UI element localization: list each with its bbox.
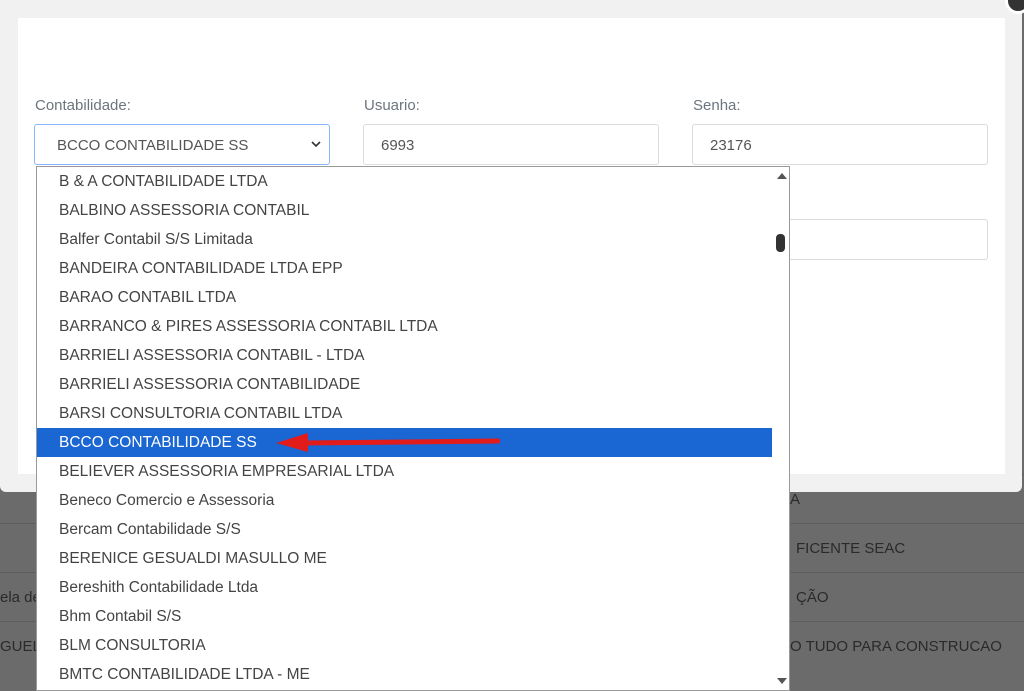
dropdown-scrollbar[interactable]	[773, 167, 789, 690]
dropdown-option[interactable]: BARSI CONSULTORIA CONTABIL LTDA	[37, 399, 772, 428]
bg-row-right: ÇÃO	[796, 589, 829, 606]
usuario-input[interactable]: 6993	[363, 124, 659, 165]
usuario-label: Usuario:	[364, 97, 420, 114]
bg-row-left: GUEL	[0, 638, 41, 655]
dropdown-option[interactable]: BARAO CONTABIL LTDA	[37, 283, 772, 312]
contabilidade-dropdown-list[interactable]: B & A CONTABILIDADE LTDA BALBINO ASSESSO…	[36, 166, 790, 691]
bg-row-left: ela de	[0, 589, 41, 606]
dropdown-option[interactable]: Balfer Contabil S/S Limitada	[37, 225, 772, 254]
dropdown-option[interactable]: BELIEVER ASSESSORIA EMPRESARIAL LTDA	[37, 457, 772, 486]
bg-row-right: A	[790, 491, 801, 508]
dropdown-option[interactable]: Bhm Contabil S/S	[37, 602, 772, 631]
dropdown-option[interactable]: BMTC CONTABILIDADE LTDA - ME	[37, 660, 772, 689]
senha-value: 23176	[710, 137, 752, 154]
contabilidade-label: Contabilidade:	[35, 97, 131, 114]
bg-row-right: FICENTE SEAC	[796, 540, 906, 557]
scroll-up-icon[interactable]	[777, 173, 787, 179]
dropdown-option[interactable]: Bereshith Contabilidade Ltda	[37, 573, 772, 602]
dropdown-option[interactable]: BALBINO ASSESSORIA CONTABIL	[37, 196, 772, 225]
usuario-value: 6993	[381, 137, 415, 154]
contabilidade-select[interactable]: BCCO CONTABILIDADE SS	[34, 124, 330, 165]
dropdown-option[interactable]: BANDEIRA CONTABILIDADE LTDA EPP	[37, 254, 772, 283]
dropdown-option[interactable]: BLM CONSULTORIA	[37, 631, 772, 660]
scrollbar-thumb[interactable]	[776, 234, 785, 252]
annotation-arrow-icon	[276, 433, 500, 452]
senha-label: Senha:	[693, 97, 741, 114]
senha-input[interactable]: 23176	[692, 124, 988, 165]
dropdown-option[interactable]: BERENICE GESUALDI MASULLO ME	[37, 544, 772, 573]
dropdown-option[interactable]: B & A CONTABILIDADE LTDA	[37, 167, 772, 196]
contabilidade-select-value: BCCO CONTABILIDADE SS	[57, 137, 249, 154]
dropdown-option[interactable]: BARRIELI ASSESSORIA CONTABIL - LTDA	[37, 341, 772, 370]
secondary-input[interactable]	[788, 219, 988, 260]
close-icon[interactable]	[1005, 0, 1024, 14]
chevron-down-icon	[311, 141, 321, 148]
scroll-down-icon[interactable]	[777, 678, 787, 684]
dropdown-option[interactable]: BARRANCO & PIRES ASSESSORIA CONTABIL LTD…	[37, 312, 772, 341]
bg-row-right: O TUDO PARA CONSTRUCAO	[790, 638, 1002, 655]
dropdown-option[interactable]: Beneco Comercio e Assessoria	[37, 486, 772, 515]
dropdown-option[interactable]: BARRIELI ASSESSORIA CONTABILIDADE	[37, 370, 772, 399]
dropdown-option[interactable]: Bercam Contabilidade S/S	[37, 515, 772, 544]
